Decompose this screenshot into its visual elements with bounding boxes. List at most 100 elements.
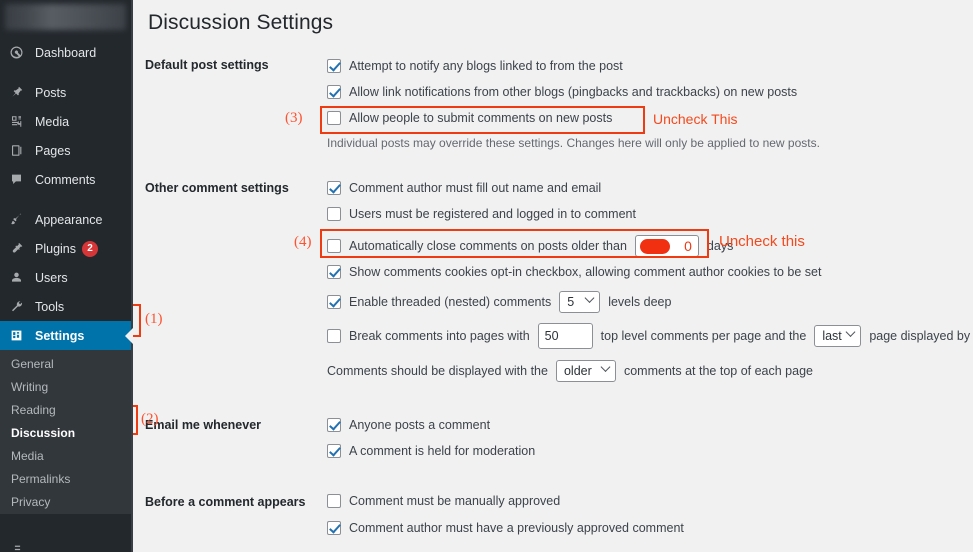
sidebar-item-pages[interactable]: Pages <box>0 136 131 165</box>
comments-per-page-input[interactable]: 50 <box>537 323 593 349</box>
annotation-marker-1: (1) <box>145 311 163 327</box>
submenu-item-label: Privacy <box>11 494 51 509</box>
pin-icon <box>9 85 28 101</box>
option-allow-link-notifications[interactable]: Allow link notifications from other blog… <box>327 85 797 99</box>
option-comment-held-moderation[interactable]: A comment is held for moderation <box>327 444 535 458</box>
default-page-select[interactable]: last <box>814 325 862 347</box>
checkbox-anyone-posts-comment[interactable] <box>327 418 341 432</box>
option-label: Enable threaded (nested) comments <box>349 295 552 309</box>
sidebar-item-label: Dashboard <box>35 45 97 60</box>
sidebar-item-label: Posts <box>35 85 67 100</box>
sidebar-item-label: Media <box>35 114 70 129</box>
annotation-text-uncheck-this-lower: Uncheck this <box>719 233 805 250</box>
pagination-suffix-label: page displayed by default <box>869 329 973 343</box>
option-label: A comment is held for moderation <box>349 444 536 458</box>
sidebar-item-media[interactable]: Media <box>0 107 131 136</box>
display-order-value: older <box>563 364 592 378</box>
option-label: Allow link notifications from other blog… <box>349 85 798 99</box>
annotation-marker-3: (3) <box>285 110 303 126</box>
option-label: Break comments into pages with <box>349 329 530 343</box>
checkbox-comment-held-moderation[interactable] <box>327 444 341 458</box>
default-page-value: last <box>822 329 842 343</box>
checkbox-threaded-comments[interactable] <box>327 295 341 309</box>
submenu-item-label: Reading <box>11 402 56 417</box>
red-oval-annotation <box>639 239 670 254</box>
option-must-be-registered[interactable]: Users must be registered and logged in t… <box>327 207 636 221</box>
threaded-suffix-label: levels deep <box>608 295 672 309</box>
dashboard-icon <box>9 45 28 61</box>
section-label-other-comment-settings: Other comment settings <box>145 181 289 195</box>
option-auto-close-comments[interactable]: Automatically close comments on posts ol… <box>327 235 733 257</box>
submenu-item-label: General <box>11 356 54 371</box>
comment-display-order-row: Comments should be displayed with the ol… <box>327 360 813 382</box>
option-author-name-email[interactable]: Comment author must fill out name and em… <box>327 181 601 195</box>
wrench-icon <box>9 299 28 315</box>
sidebar-item-label: Comments <box>35 172 96 187</box>
submenu-item-media[interactable]: Media <box>0 444 131 467</box>
auto-close-days-value: 0 <box>684 238 692 254</box>
plugins-update-badge: 2 <box>82 240 98 257</box>
sidebar-item-appearance[interactable]: Appearance <box>0 205 131 234</box>
sidebar-menu: Dashboard Posts Media Pages Comments App… <box>0 30 133 350</box>
comment-icon <box>9 172 28 188</box>
checkbox-previously-approved[interactable] <box>327 521 341 535</box>
sidebar-item-tools[interactable]: Tools <box>0 292 131 321</box>
sidebar-item-label: Pages <box>35 143 71 158</box>
submenu-item-label: Discussion <box>11 425 76 440</box>
admin-sidebar: Dashboard Posts Media Pages Comments App… <box>0 0 133 552</box>
section-label-email-me-whenever: Email me whenever <box>145 418 262 432</box>
brush-icon <box>9 212 28 228</box>
threaded-levels-select[interactable]: 5 <box>559 291 601 313</box>
checkbox-must-be-registered[interactable] <box>327 207 341 221</box>
option-label: Show comments cookies opt-in checkbox, a… <box>349 265 822 279</box>
sidebar-item-label: Plugins <box>35 241 76 256</box>
checkbox-break-comments-pages[interactable] <box>327 329 341 343</box>
collapse-menu-icon <box>11 543 24 552</box>
option-label: Allow people to submit comments on new p… <box>349 111 613 125</box>
submenu-item-permalinks[interactable]: Permalinks <box>0 467 131 490</box>
option-previously-approved[interactable]: Comment author must have a previously ap… <box>327 521 684 535</box>
submenu-item-reading[interactable]: Reading <box>0 398 131 421</box>
sidebar-item-label: Tools <box>35 299 65 314</box>
media-icon <box>9 114 28 130</box>
option-label: Attempt to notify any blogs linked to fr… <box>349 59 623 73</box>
option-allow-comments[interactable]: Allow people to submit comments on new p… <box>327 111 612 125</box>
sidebar-item-label: Settings <box>35 328 85 343</box>
submenu-item-discussion[interactable]: Discussion <box>0 421 131 444</box>
option-manually-approved[interactable]: Comment must be manually approved <box>327 494 560 508</box>
checkbox-author-name-email[interactable] <box>327 181 341 195</box>
submenu-item-label: Writing <box>11 379 49 394</box>
option-break-comments-pages[interactable]: Break comments into pages with 50 top le… <box>327 323 973 349</box>
sidebar-item-settings[interactable]: Settings <box>0 321 133 350</box>
sidebar-item-comments[interactable]: Comments <box>0 165 131 194</box>
chevron-down-icon <box>584 293 595 303</box>
checkbox-manually-approved[interactable] <box>327 494 341 508</box>
checkbox-notify-blogs[interactable] <box>327 59 341 73</box>
sidebar-item-dashboard[interactable]: Dashboard <box>0 38 131 67</box>
page-title: Discussion Settings <box>148 11 334 34</box>
settings-icon <box>9 328 28 344</box>
default-post-settings-helper-text: Individual posts may override these sett… <box>327 136 820 150</box>
plug-icon <box>9 241 28 257</box>
checkbox-allow-comments[interactable] <box>327 111 341 125</box>
submenu-item-label: Permalinks <box>11 471 71 486</box>
display-order-suffix-label: comments at the top of each page <box>623 364 813 378</box>
page-icon <box>9 143 28 159</box>
option-threaded-comments[interactable]: Enable threaded (nested) comments 5 leve… <box>327 291 671 313</box>
option-anyone-posts-comment[interactable]: Anyone posts a comment <box>327 418 490 432</box>
checkbox-cookies-optin[interactable] <box>327 265 341 279</box>
sidebar-item-plugins[interactable]: Plugins 2 <box>0 234 131 263</box>
submenu-item-writing[interactable]: Writing <box>0 375 131 398</box>
submenu-item-general[interactable]: General <box>0 352 131 375</box>
option-cookies-optin[interactable]: Show comments cookies opt-in checkbox, a… <box>327 265 821 279</box>
submenu-item-privacy[interactable]: Privacy <box>0 490 131 513</box>
checkbox-auto-close-comments[interactable] <box>327 239 341 253</box>
option-notify-blogs[interactable]: Attempt to notify any blogs linked to fr… <box>327 59 623 73</box>
auto-close-days-input[interactable]: 0 <box>634 235 699 257</box>
sidebar-item-users[interactable]: Users <box>0 263 131 292</box>
annotation-text-uncheck-this-upper: Uncheck This <box>653 111 738 127</box>
sidebar-bottom-partial-item[interactable] <box>0 514 131 552</box>
display-order-select[interactable]: older <box>555 360 616 382</box>
sidebar-item-posts[interactable]: Posts <box>0 78 131 107</box>
checkbox-allow-link-notifications[interactable] <box>327 85 341 99</box>
